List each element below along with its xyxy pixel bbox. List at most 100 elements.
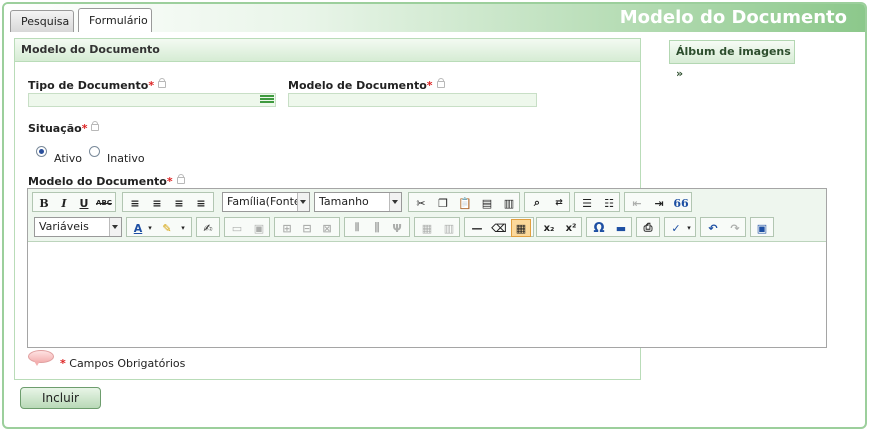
merge-cells-icon[interactable]: ▦ <box>417 219 437 237</box>
radio-ativo-label: Ativo <box>54 152 82 165</box>
delete-col-icon[interactable]: Ψ <box>387 219 407 237</box>
page-title: Modelo do Documento <box>619 7 847 28</box>
editor-content-area[interactable] <box>28 242 826 347</box>
lock-icon <box>436 78 445 88</box>
undo-icon[interactable]: ↶ <box>703 219 723 237</box>
required-mark: * <box>60 357 66 370</box>
font-family-select[interactable]: Família(Fonte) <box>222 192 310 212</box>
horizontal-rule-icon[interactable]: — <box>467 219 487 237</box>
format-group: B I U ABC <box>32 192 116 212</box>
chevron-down-icon <box>389 193 401 211</box>
split-cells-icon[interactable]: ▥ <box>439 219 459 237</box>
required-mark: * <box>166 175 173 188</box>
variables-select[interactable]: Variáveis <box>34 217 122 237</box>
chevron-down-icon[interactable]: ▾ <box>683 219 695 237</box>
radio-inativo-label: Inativo <box>107 152 145 165</box>
fullscreen-icon[interactable]: ▣ <box>752 219 772 237</box>
search-group: ⌕ ⇄ <box>524 192 570 212</box>
bold-button[interactable]: B <box>34 194 54 212</box>
title-bar: Pesquisa Formulário Modelo do Documento <box>4 4 865 32</box>
variables-value: Variáveis <box>39 220 89 233</box>
required-mark: * <box>81 122 88 135</box>
align-right-icon[interactable]: ≡ <box>169 194 189 212</box>
form-group: ▭ ▣ <box>224 217 270 237</box>
bullet-list-icon[interactable]: ☰ <box>577 194 597 212</box>
list-group: ☰ ☷ <box>574 192 620 212</box>
indent-icon[interactable]: ⇥ <box>649 194 669 212</box>
copy-icon[interactable]: ❐ <box>433 194 453 212</box>
clipboard-group: ✂ ❐ 📋 ▤ ▥ <box>408 192 520 212</box>
cut-icon[interactable]: ✂ <box>411 194 431 212</box>
tipo-documento-field[interactable] <box>28 93 276 107</box>
modelo-documento-label-text: Modelo de Documento <box>288 79 427 92</box>
eraser-icon[interactable]: ⌫ <box>489 219 509 237</box>
speech-bubble-icon <box>28 350 54 366</box>
align-group: ≡ ≡ ≡ ≡ <box>122 192 214 212</box>
italic-button[interactable]: I <box>54 194 74 212</box>
spellcheck-group: ✓ ▾ <box>664 217 696 237</box>
radio-inativo[interactable] <box>89 146 100 157</box>
align-justify-icon[interactable]: ≡ <box>191 194 211 212</box>
incluir-button[interactable]: Incluir <box>20 387 101 409</box>
find-icon[interactable]: ⌕ <box>527 194 547 212</box>
tipo-documento-label-text: Tipo de Documento <box>28 79 149 92</box>
album-imagens-button[interactable]: Álbum de imagens » <box>669 40 795 80</box>
modelo-documento-field[interactable] <box>288 93 537 107</box>
blockquote-icon[interactable]: 66 <box>671 194 691 212</box>
insert-row-icon[interactable]: ⊞ <box>277 219 297 237</box>
panel-header: Modelo do Documento <box>15 39 640 62</box>
highlight-color-icon[interactable]: ✎ <box>157 219 177 237</box>
print-group: ⎙ <box>636 217 660 237</box>
required-fields-note: * Campos Obrigatórios <box>60 357 185 370</box>
delete-row-icon[interactable]: ⊠ <box>317 219 337 237</box>
insert-row-after-icon[interactable]: ⊟ <box>297 219 317 237</box>
tab-formulario[interactable]: Formulário <box>78 8 152 32</box>
outdent-icon[interactable]: ⇤ <box>627 194 647 212</box>
redo-icon[interactable]: ↷ <box>725 219 745 237</box>
table-row-group: ⊞ ⊟ ⊠ <box>274 217 340 237</box>
font-size-select[interactable]: Tamanho <box>314 192 402 212</box>
chevron-down-icon[interactable]: ▾ <box>145 219 155 237</box>
special-group: Ω ▬ <box>586 217 632 237</box>
numbered-list-icon[interactable]: ☷ <box>599 194 619 212</box>
special-char-button[interactable]: Ω <box>589 219 609 237</box>
lock-icon <box>91 121 100 131</box>
form-button-icon[interactable]: ▣ <box>249 219 269 237</box>
table-icon[interactable]: ▦ <box>511 219 531 237</box>
insert-group: — ⌫ ▦ <box>464 217 534 237</box>
editor-toolbar: B I U ABC ≡ ≡ ≡ ≡ Família(Fonte) Tamanho… <box>28 189 826 242</box>
page-break-icon[interactable]: ▬ <box>611 219 631 237</box>
lock-icon <box>158 78 167 88</box>
subscript-button[interactable]: x₂ <box>539 219 559 237</box>
insert-col-icon[interactable]: ⫴ <box>347 219 367 237</box>
script-group: x₂ x² <box>536 217 582 237</box>
modelo-documento-label: Modelo de Documento* <box>288 78 445 92</box>
edit-html-group: ✍ <box>196 217 220 237</box>
history-group: ↶ ↷ <box>700 217 746 237</box>
table-col-group: ⫴ ⫼ Ψ <box>344 217 410 237</box>
align-left-icon[interactable]: ≡ <box>125 194 145 212</box>
underline-button[interactable]: U <box>74 194 94 212</box>
list-icon[interactable] <box>260 95 274 106</box>
radio-ativo[interactable] <box>36 146 47 157</box>
chevron-down-icon <box>109 218 121 236</box>
replace-icon[interactable]: ⇄ <box>549 194 569 212</box>
required-fields-text: Campos Obrigatórios <box>69 357 186 370</box>
tab-pesquisa[interactable]: Pesquisa <box>10 10 74 32</box>
form-field-icon[interactable]: ▭ <box>227 219 247 237</box>
chevron-down-icon[interactable]: ▾ <box>177 219 189 237</box>
tipo-documento-label: Tipo de Documento* <box>28 78 167 92</box>
superscript-button[interactable]: x² <box>561 219 581 237</box>
edit-html-icon[interactable]: ✍ <box>198 219 218 237</box>
paste-word-icon[interactable]: ▥ <box>499 194 519 212</box>
paste-text-icon[interactable]: ▤ <box>477 194 497 212</box>
strikethrough-button[interactable]: ABC <box>94 194 114 212</box>
print-icon[interactable]: ⎙ <box>638 219 658 237</box>
rich-text-editor: B I U ABC ≡ ≡ ≡ ≡ Família(Fonte) Tamanho… <box>27 188 827 348</box>
align-center-icon[interactable]: ≡ <box>147 194 167 212</box>
insert-col-after-icon[interactable]: ⫼ <box>367 219 387 237</box>
cell-group: ▦ ▥ <box>414 217 460 237</box>
situacao-label: Situação* <box>28 121 100 135</box>
modelo-texto-label-text: Modelo do Documento <box>28 175 167 188</box>
paste-icon[interactable]: 📋 <box>455 194 475 212</box>
